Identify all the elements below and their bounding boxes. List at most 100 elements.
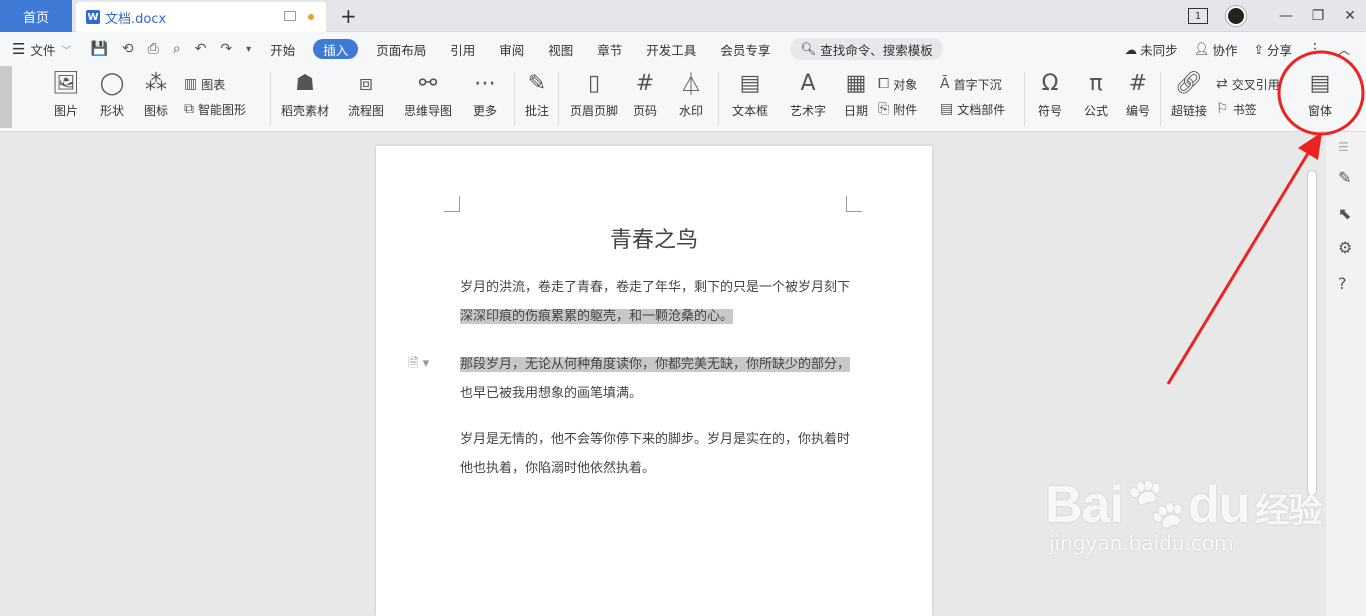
format-painter-icon[interactable]: ⟲ xyxy=(115,41,141,57)
restore-button[interactable]: ❐ xyxy=(1302,8,1334,24)
symbol-label: 符号 xyxy=(1037,104,1062,118)
chart-label: 图表 xyxy=(201,77,226,92)
more-menu-icon[interactable]: ⋮ xyxy=(1300,41,1330,57)
help-icon[interactable]: ? xyxy=(1338,274,1347,293)
attachment-button[interactable]: ⎘ 附件 xyxy=(878,97,917,121)
tab-references[interactable]: 引用 xyxy=(438,32,487,66)
print-preview-icon[interactable]: ⌕ xyxy=(166,41,188,57)
sliders-icon[interactable]: ⚙︎ xyxy=(1338,238,1352,257)
picture-icon: 🖼︎ xyxy=(52,70,80,96)
tab-member[interactable]: 会员专享 xyxy=(708,32,782,66)
tab-bar: 首页 W 文档.docx + 1 — ❐ ✕ xyxy=(0,0,1366,32)
form-button[interactable]: ▤ 窗体 xyxy=(1300,66,1340,132)
paragraph-line: 岁月的洪流，卷走了青春，卷走了年华，剩下的只是一个被岁月刻下 xyxy=(460,280,851,295)
chart-button[interactable]: ▥ 图表 xyxy=(184,72,225,96)
shape-button[interactable]: ◯ 形状 xyxy=(92,66,132,132)
cross-reference-button[interactable]: ⇄ 交叉引用 xyxy=(1216,72,1280,96)
icons-icon: ⁂ xyxy=(145,70,167,96)
collapse-ribbon-icon[interactable]: ︿ xyxy=(1330,41,1358,58)
form-icon: ▤ xyxy=(1309,70,1331,96)
attachment-label: 附件 xyxy=(893,102,918,117)
page-count-icon[interactable]: 1 xyxy=(1188,8,1208,24)
bookmark-button[interactable]: ⚐ 书签 xyxy=(1216,97,1257,121)
flowchart-icon: ⧈ xyxy=(359,70,373,96)
screen-icon[interactable] xyxy=(284,11,296,21)
numbering-button[interactable]: # 编号 xyxy=(1124,66,1152,132)
tab-start[interactable]: 开始 xyxy=(258,32,307,66)
paragraph-3[interactable]: 岁月是无情的，他不会等你停下来的脚步。岁月是实在的，你执着时 他也执着，你陷溺时… xyxy=(460,425,850,483)
close-button[interactable]: ✕ xyxy=(1334,8,1366,24)
formula-button[interactable]: π 公式 xyxy=(1080,66,1112,132)
date-button[interactable]: ▦ 日期 xyxy=(842,66,870,132)
menu-bar: ☰ 文件 ﹀ 💾 ⟲ ⎙ ⌕ ↶ ↷ ▾ 开始 插入 页面布局 引用 审阅 视图… xyxy=(0,32,1366,66)
watermark-button[interactable]: ⏃ 水印 xyxy=(674,66,708,132)
object-button[interactable]: ⧠ 对象 xyxy=(878,72,917,96)
pi-icon: π xyxy=(1089,70,1103,96)
print-icon[interactable]: ⎙ xyxy=(141,41,166,57)
window-controls: 1 — ❐ ✕ xyxy=(1188,0,1366,32)
right-side-panel: ☰ ✎ ⬉ ⚙︎ ? xyxy=(1326,132,1366,616)
more-button[interactable]: ⋯ 更多 xyxy=(468,66,502,132)
symbol-button[interactable]: Ω 符号 xyxy=(1034,66,1066,132)
minimize-button[interactable]: — xyxy=(1270,8,1302,24)
redo-icon[interactable]: ↷ xyxy=(213,41,239,57)
straw-material-button[interactable]: ☗ 稻壳素材 xyxy=(280,66,330,132)
command-search[interactable]: 🔍︎ 查找命令、搜索模板 xyxy=(790,38,943,60)
flowchart-button[interactable]: ⧈ 流程图 xyxy=(344,66,388,132)
vertical-scrollbar[interactable] xyxy=(1307,170,1317,496)
mindmap-button[interactable]: ⚯ 思维导图 xyxy=(400,66,456,132)
paragraph-menu-icon[interactable]: 🗎︎ ▾ xyxy=(408,354,429,376)
share-button[interactable]: ⇪ 分享 xyxy=(1245,40,1300,59)
date-label: 日期 xyxy=(843,104,868,118)
search-icon: 🔍︎ xyxy=(800,41,817,56)
tab-page-layout[interactable]: 页面布局 xyxy=(364,32,438,66)
document-title[interactable]: 青春之鸟 xyxy=(376,222,932,254)
paragraph-2[interactable]: 那段岁月，无论从何种角度读你，你都完美无缺，你所缺少的部分， 也早已被我用想象的… xyxy=(460,350,851,408)
paragraph-line: 也早已被我用想象的画笔填满。 xyxy=(460,386,643,401)
document-page[interactable]: 青春之鸟 岁月的洪流，卷走了青春，卷走了年华，剩下的只是一个被岁月刻下 深深印痕… xyxy=(376,146,932,616)
tab-review[interactable]: 审阅 xyxy=(487,32,536,66)
search-placeholder: 查找命令、搜索模板 xyxy=(820,42,933,58)
doc-part-button[interactable]: ▤ 文档部件 xyxy=(940,97,1005,121)
textbox-icon: ▤ xyxy=(739,70,761,96)
smart-graphic-button[interactable]: ⧉ 智能图形 xyxy=(184,97,246,121)
textbox-button[interactable]: ▤ 文本框 xyxy=(728,66,772,132)
formula-label: 公式 xyxy=(1083,104,1108,118)
pen-icon[interactable]: ✎ xyxy=(1338,168,1351,187)
cursor-icon[interactable]: ⬉ xyxy=(1338,204,1351,223)
more-quick-icon[interactable]: ▾ xyxy=(239,44,258,55)
panel-grip-icon: ☰ xyxy=(1338,140,1349,154)
tab-home[interactable]: 首页 xyxy=(0,0,72,32)
new-tab-button[interactable]: + xyxy=(340,4,357,28)
art-text-button[interactable]: A 艺术字 xyxy=(786,66,830,132)
drop-cap-button[interactable]: Ā 首字下沉 xyxy=(940,72,1002,96)
paragraph-1[interactable]: 岁月的洪流，卷走了青春，卷走了年华，剩下的只是一个被岁月刻下 深深印痕的伤痕累累… xyxy=(460,273,850,331)
icon-button[interactable]: ⁂ 图标 xyxy=(136,66,176,132)
paragraph-line: 他也执着，你陷溺时他依然执着。 xyxy=(460,461,656,476)
sync-button[interactable]: ☁ 未同步 xyxy=(1117,40,1186,59)
comment-button[interactable]: ✎ 批注 xyxy=(522,66,552,132)
file-menu[interactable]: ☰ 文件 ﹀ xyxy=(0,32,83,66)
collab-label: 协作 xyxy=(1212,42,1238,58)
tab-developer[interactable]: 开发工具 xyxy=(634,32,708,66)
ribbon-scroll-left[interactable] xyxy=(0,66,12,128)
hyperlink-button[interactable]: 🔗︎ 超链接 xyxy=(1170,66,1208,132)
watermark-cn: 经验 xyxy=(1255,492,1322,530)
avatar[interactable] xyxy=(1226,6,1246,26)
tab-insert[interactable]: 插入 xyxy=(313,39,359,59)
shape-icon: ◯ xyxy=(99,70,125,96)
header-footer-button[interactable]: ▯ 页眉页脚 xyxy=(568,66,620,132)
save-icon[interactable]: 💾 xyxy=(83,41,114,57)
bookmark-icon: ⚐ xyxy=(1216,101,1229,117)
ribbon-divider xyxy=(718,72,719,126)
doc-part-label: 文档部件 xyxy=(957,102,1006,117)
tab-view[interactable]: 视图 xyxy=(536,32,585,66)
collab-button[interactable]: 👤︎ 协作 xyxy=(1186,40,1246,59)
picture-button[interactable]: 🖼︎ 图片 xyxy=(46,66,86,132)
shape-label: 形状 xyxy=(99,104,124,118)
page-number-button[interactable]: # 页码 xyxy=(628,66,662,132)
tab-section[interactable]: 章节 xyxy=(585,32,634,66)
ribbon-divider xyxy=(514,72,515,126)
undo-icon[interactable]: ↶ xyxy=(188,41,214,57)
tab-document[interactable]: W 文档.docx xyxy=(76,2,326,32)
